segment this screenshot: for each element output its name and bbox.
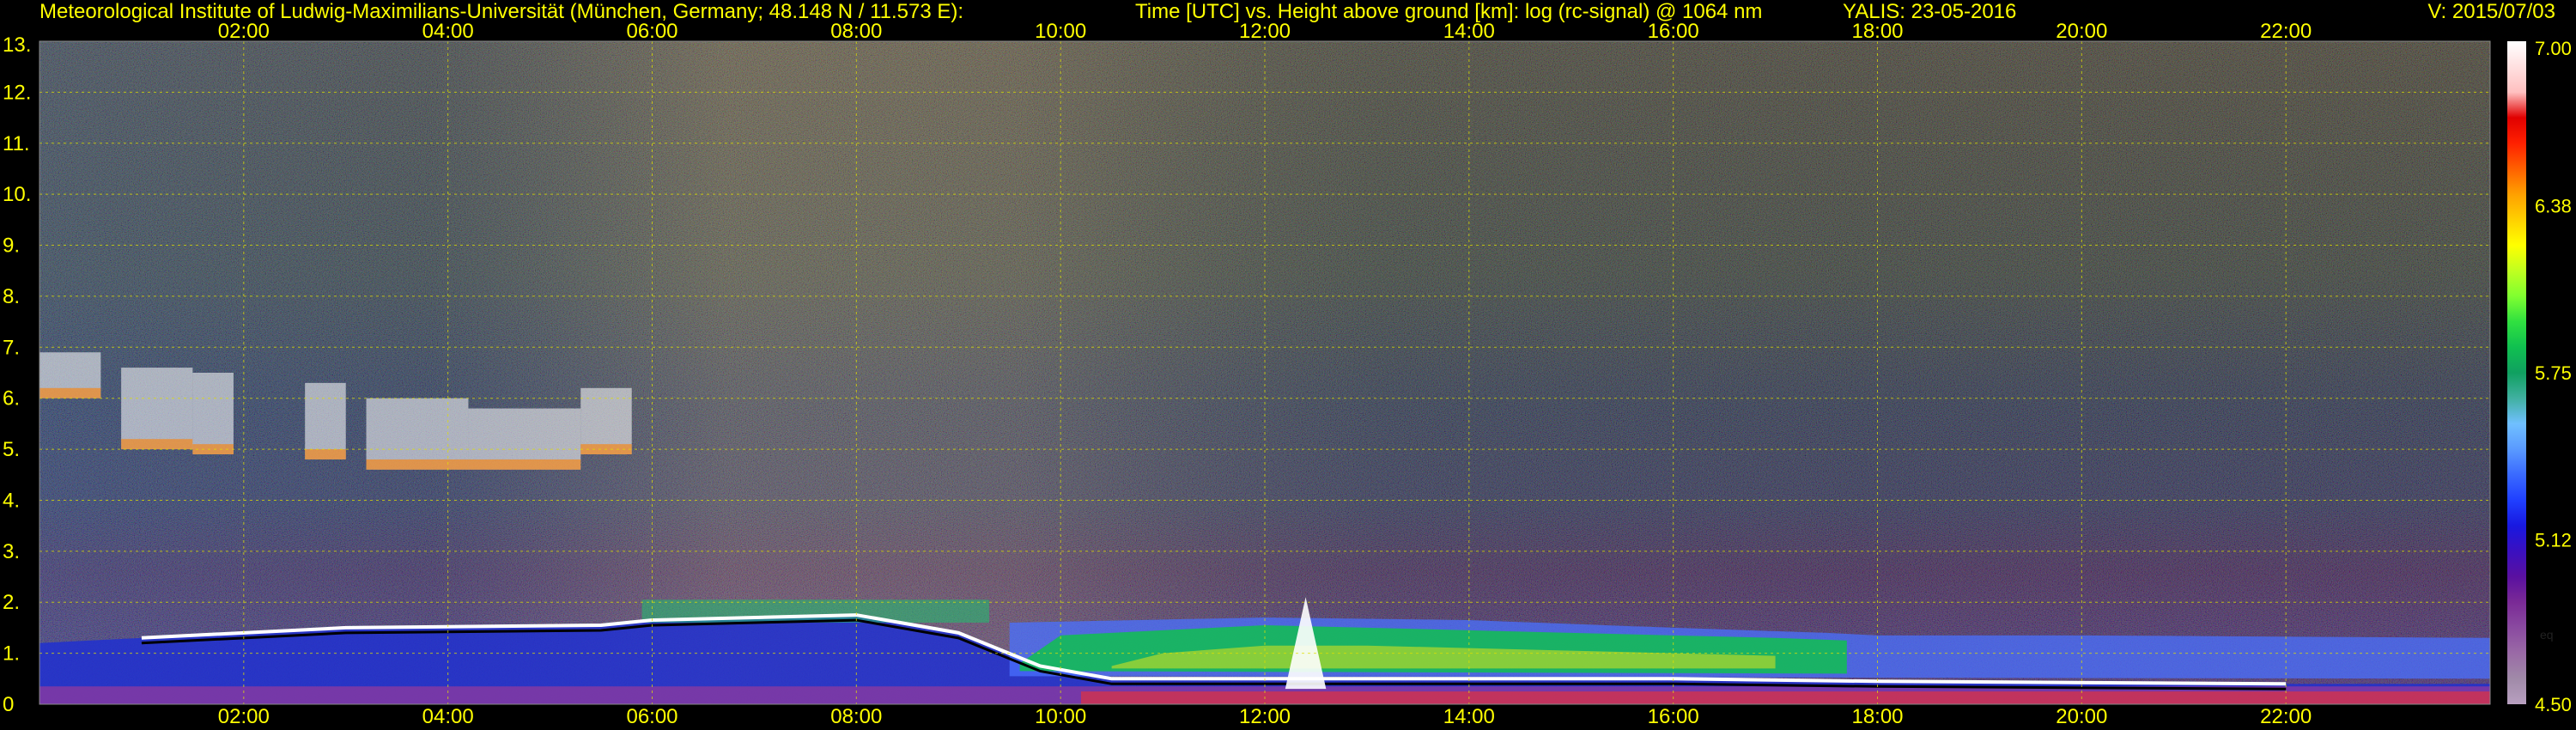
y-tick-label: 1. [3, 642, 20, 666]
x-tick-label-bottom: 18:00 [1851, 705, 1903, 728]
colorbar-unit-label: eq [2540, 628, 2554, 642]
plot-area [39, 41, 2490, 704]
x-axis-top: 02:00 04:00 06:00 08:00 10:00 12:00 14:00 16:00… [218, 20, 2312, 43]
x-tick-label-bottom: 08:00 [830, 705, 882, 728]
x-tick-label-bottom: 04:00 [422, 705, 474, 728]
colorbar-tick-label: 5.75 [2535, 362, 2572, 384]
x-axis-bottom: 02:00 04:00 06:00 08:00 10:00 12:00 14:00 16:00… [218, 705, 2312, 728]
x-tick-label-bottom: 16:00 [1648, 705, 1699, 728]
y-tick-label: 13. [3, 33, 31, 57]
x-tick-label-top: 20:00 [2056, 20, 2107, 43]
cloud-fragment [366, 398, 469, 470]
cloud-fragment [192, 373, 234, 455]
lidar-quicklook-window: Meteorological Institute of Ludwig-Maxim… [0, 0, 2576, 730]
x-tick-label-top: 14:00 [1443, 20, 1495, 43]
y-tick-label: 9. [3, 234, 20, 258]
colorbar: 7.00 6.38 5.75 5.12 4.50 eq [2507, 38, 2572, 715]
cloud-fragment-base [305, 449, 346, 459]
x-tick-label-bottom: 02:00 [218, 705, 270, 728]
cloud-fragment-base [366, 459, 469, 470]
x-tick-label-top: 16:00 [1648, 20, 1699, 43]
x-tick-label-top: 08:00 [830, 20, 882, 43]
y-tick-label: 0 [3, 693, 14, 716]
x-tick-label-bottom: 14:00 [1443, 705, 1495, 728]
x-tick-label-top: 02:00 [218, 20, 270, 43]
x-tick-label-top: 04:00 [422, 20, 474, 43]
lidar-chart: 02:00 04:00 06:00 08:00 10:00 12:00 14:00 16:00… [3, 20, 2572, 728]
y-tick-label: 5. [3, 438, 20, 461]
x-tick-label-bottom: 20:00 [2056, 705, 2107, 728]
x-tick-label-bottom: 12:00 [1239, 705, 1291, 728]
x-tick-label-bottom: 22:00 [2260, 705, 2312, 728]
colorbar-tick-label: 6.38 [2535, 195, 2572, 216]
x-tick-label-top: 18:00 [1851, 20, 1903, 43]
cloud-fragment [305, 382, 346, 459]
x-tick-label-top: 12:00 [1239, 20, 1291, 43]
y-tick-label: 10. [3, 183, 31, 206]
y-tick-label: 6. [3, 387, 20, 411]
colorbar-tick-label: 5.12 [2535, 530, 2572, 551]
cloud-fragment-base [468, 459, 581, 470]
y-tick-label: 2. [3, 591, 20, 614]
y-tick-label: 12. [3, 81, 31, 104]
cloud-fragment-base [121, 439, 193, 450]
y-tick-label: 4. [3, 489, 20, 512]
colorbar-gradient [2507, 41, 2526, 704]
colorbar-tick-label: 7.00 [2535, 38, 2572, 59]
cloud-fragment-base [39, 387, 101, 398]
x-tick-label-bottom: 06:00 [626, 705, 677, 728]
y-tick-label: 8. [3, 285, 20, 308]
x-tick-label-top: 22:00 [2260, 20, 2312, 43]
surface-bright-band [1080, 691, 2490, 704]
cloud-fragment [121, 368, 193, 450]
y-tick-label: 7. [3, 336, 20, 359]
x-tick-label-top: 10:00 [1035, 20, 1086, 43]
colorbar-tick-label: 4.50 [2535, 694, 2572, 715]
y-tick-label: 3. [3, 540, 20, 563]
y-tick-label: 11. [3, 132, 30, 155]
x-tick-label-bottom: 10:00 [1035, 705, 1086, 728]
x-tick-label-top: 06:00 [626, 20, 677, 43]
y-axis: 0 1. 2. 3. 4. 5. 6. 7. 8. 9. 10. 11. 12. 13. [3, 33, 31, 716]
